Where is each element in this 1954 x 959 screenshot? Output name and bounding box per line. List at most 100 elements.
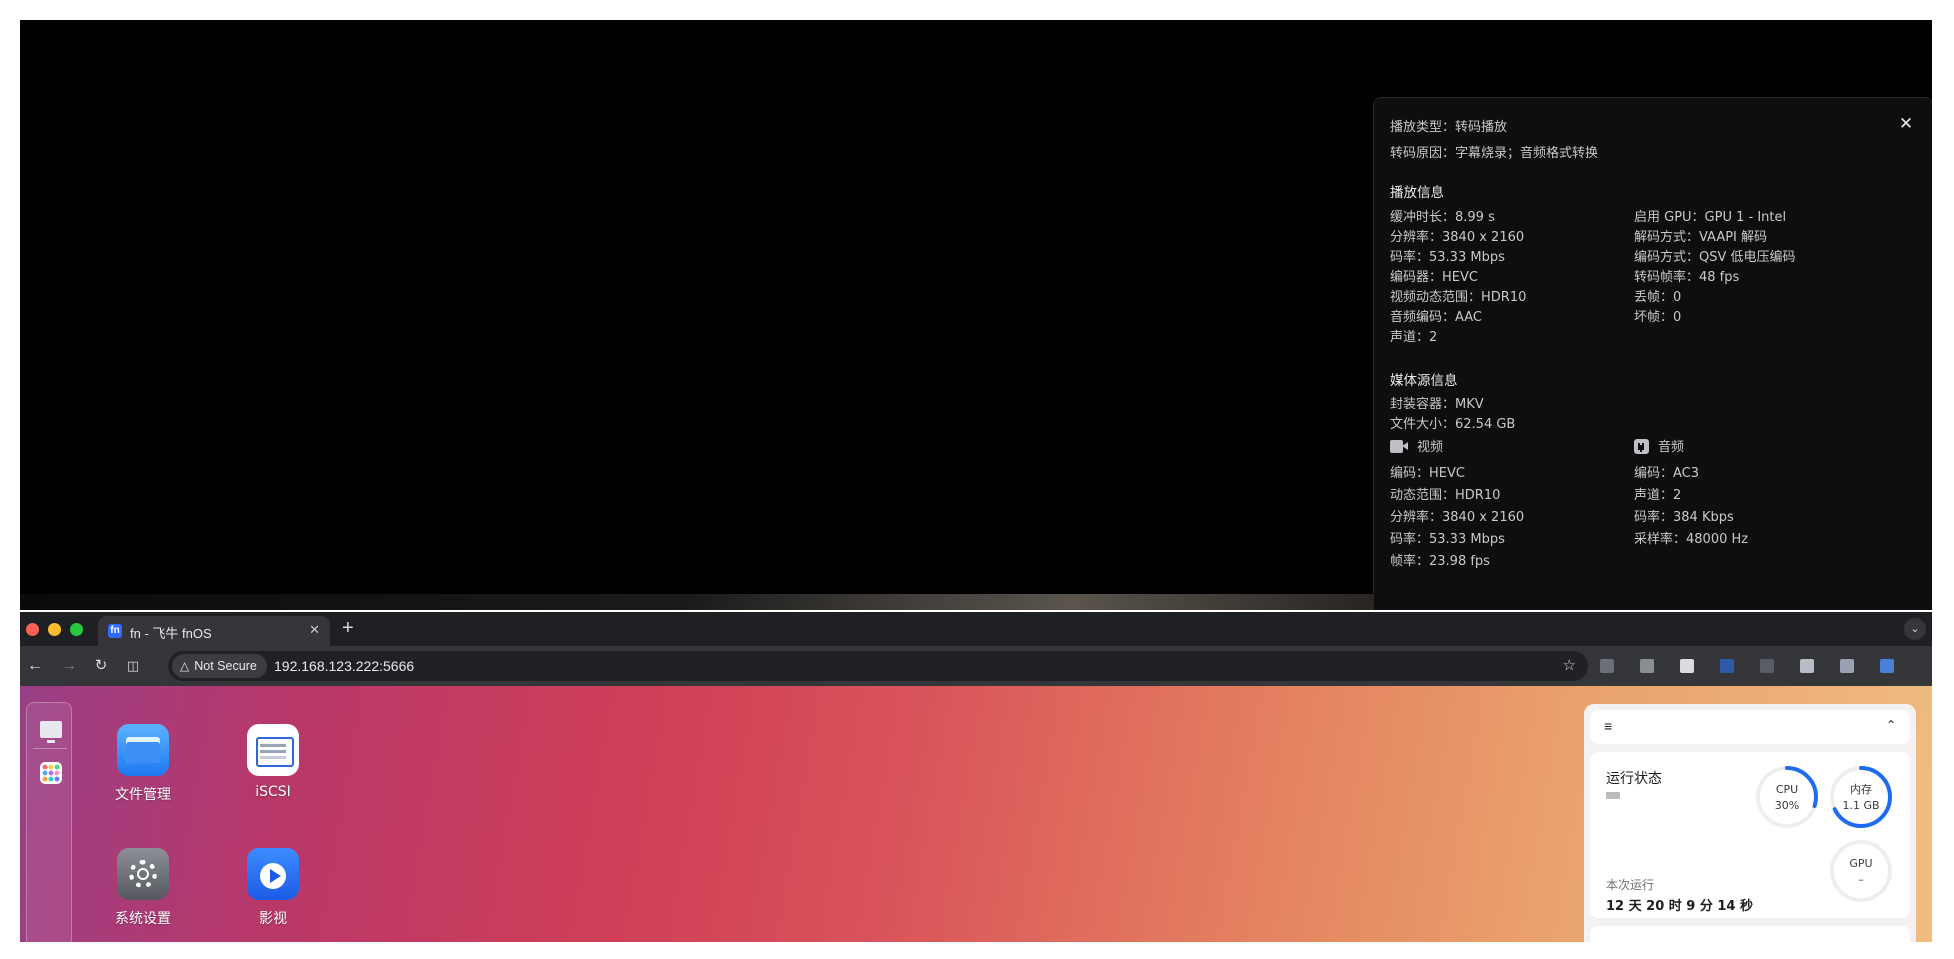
audio-prop: 编码：AC3 — [1634, 466, 1700, 481]
playback-stat: 码率：53.33 Mbps — [1390, 250, 1505, 265]
browser-toolbar: ← → ↻ ◫ △ Not Secure 192.168.123.222:5666… — [20, 646, 1932, 686]
video-section-title: 视频 — [1390, 436, 1443, 455]
gpu-label: GPU — [1849, 857, 1873, 870]
playback-info-panel: 播放类型：转码播放 ✕ 转码原因：字幕烧录；音频格式转换 播放信息 缓冲时长：8… — [1373, 97, 1932, 610]
audio-prop: 码率：384 Kbps — [1634, 510, 1734, 525]
widget-panel: ≡ ⌃ 运行状态 CPU 30% 内存 1.1 GB GPU – 本次运行 12… — [1584, 704, 1916, 942]
back-button[interactable]: ← — [24, 655, 46, 677]
playback-stat: 分辨率：3840 x 2160 — [1390, 230, 1525, 245]
audio-icon — [1634, 439, 1649, 454]
video-section-label: 视频 — [1417, 440, 1444, 455]
tab-title: fn - 飞牛 fnOS — [130, 626, 212, 641]
gear-icon — [117, 848, 169, 900]
list-icon[interactable]: ≡ — [1604, 718, 1612, 734]
monitor-icon[interactable] — [40, 721, 62, 743]
cpu-label: CPU — [1775, 783, 1799, 796]
video-prop: 码率：53.33 Mbps — [1390, 532, 1505, 547]
collapse-icon[interactable]: ⌃ — [1886, 718, 1896, 732]
dock-divider — [33, 748, 67, 749]
widget-header: ≡ ⌃ — [1590, 710, 1910, 744]
cpu-gauge: CPU 30% — [1754, 764, 1820, 830]
dock — [26, 702, 72, 942]
folder-icon — [117, 724, 169, 776]
audio-section-title: 音频 — [1634, 436, 1684, 455]
security-label: Not Secure — [194, 659, 257, 673]
warning-icon: △ — [180, 659, 190, 673]
playback-stat: 启用 GPU：GPU 1 - Intel — [1634, 210, 1787, 225]
tab-strip: fn fn - 飞牛 fnOS ✕ + ⌄ — [20, 612, 1932, 646]
security-chip[interactable]: △ Not Secure — [172, 654, 267, 678]
extension-icon[interactable] — [1680, 659, 1694, 673]
video-prop: 分辨率：3840 x 2160 — [1390, 510, 1525, 525]
extension-icon[interactable] — [1840, 659, 1854, 673]
playback-stat: 缓冲时长：8.99 s — [1390, 210, 1495, 225]
playback-stat: 音频编码：AAC — [1390, 310, 1482, 325]
app-launcher-icon[interactable] — [40, 762, 62, 784]
system-status-card[interactable]: 运行状态 CPU 30% 内存 1.1 GB GPU – 本次运行 12 天 2… — [1590, 752, 1910, 918]
window-minimize-button[interactable] — [48, 623, 61, 636]
playback-stat: 编码器：HEVC — [1390, 270, 1478, 285]
extension-icon[interactable] — [1760, 659, 1774, 673]
video-prop: 动态范围：HDR10 — [1390, 488, 1501, 503]
split-view-button[interactable]: ◫ — [122, 655, 144, 677]
browser-tab[interactable]: fn fn - 飞牛 fnOS ✕ — [98, 616, 330, 646]
reload-button[interactable]: ↻ — [90, 655, 112, 677]
video-play-icon — [247, 848, 299, 900]
memory-label: 内存 — [1850, 783, 1872, 796]
app-video[interactable]: 影视 — [218, 848, 328, 928]
status-title: 运行状态 — [1606, 771, 1662, 787]
playback-stat: 视频动态范围：HDR10 — [1390, 290, 1527, 305]
video-prop: 帧率：23.98 fps — [1390, 554, 1490, 569]
url-text[interactable]: 192.168.123.222:5666 — [274, 658, 414, 674]
address-bar[interactable]: △ Not Secure 192.168.123.222:5666 ☆ — [168, 651, 1588, 681]
playback-stat: 转码帧率：48 fps — [1634, 270, 1740, 285]
app-label: 文件管理 — [115, 787, 171, 803]
extensions-area — [1600, 646, 1930, 686]
fnos-favicon-icon: fn — [108, 624, 122, 638]
memory-gauge: 内存 1.1 GB — [1828, 764, 1894, 830]
extension-icon[interactable] — [1880, 659, 1894, 673]
extension-icon[interactable] — [1640, 659, 1654, 673]
playback-stat: 解码方式：VAAPI 解码 — [1634, 230, 1768, 245]
audio-prop: 采样率：48000 Hz — [1634, 532, 1749, 547]
app-settings[interactable]: 系统设置 — [88, 848, 198, 928]
tab-close-icon[interactable]: ✕ — [309, 622, 320, 638]
audio-section-label: 音频 — [1658, 440, 1685, 455]
app-iscsi[interactable]: iSCSI — [218, 724, 328, 800]
playback-stat: 声道：2 — [1390, 330, 1438, 345]
gpu-gauge: GPU – — [1828, 838, 1894, 904]
app-file-manager[interactable]: 文件管理 — [88, 724, 198, 804]
container-format: 封装容器：MKV — [1390, 397, 1484, 412]
iscsi-icon — [247, 724, 299, 776]
uptime-value: 12 天 20 时 9 分 14 秒 — [1606, 899, 1753, 914]
transcode-reason: 转码原因：字幕烧录；音频格式转换 — [1390, 146, 1599, 161]
window-maximize-button[interactable] — [70, 623, 83, 636]
bookmark-star-icon[interactable]: ☆ — [1563, 656, 1576, 674]
app-label: 系统设置 — [115, 911, 171, 927]
close-icon[interactable]: ✕ — [1896, 114, 1916, 134]
video-player[interactable]: 播放类型：转码播放 ✕ 转码原因：字幕烧录；音频格式转换 播放信息 缓冲时长：8… — [20, 20, 1932, 610]
cpu-value: 30% — [1774, 799, 1800, 812]
file-size: 文件大小：62.54 GB — [1390, 417, 1516, 432]
playback-stat: 编码方式：QSV 低电压编码 — [1634, 250, 1796, 265]
forward-button[interactable]: → — [58, 655, 80, 677]
window-close-button[interactable] — [26, 623, 39, 636]
video-camera-icon — [1390, 440, 1408, 453]
memory-value: 1.1 GB — [1842, 799, 1880, 812]
audio-prop: 声道：2 — [1634, 488, 1682, 503]
video-prop: 编码：HEVC — [1390, 466, 1465, 481]
new-tab-button[interactable]: + — [342, 617, 354, 640]
uptime-label: 本次运行 — [1606, 878, 1655, 892]
play-type: 播放类型：转码播放 — [1390, 120, 1508, 135]
app-label: 影视 — [259, 911, 287, 927]
fnos-desktop: 文件管理 iSCSI 系统设置 影视 ≡ ⌃ 运行状态 CPU 30% 内存 1… — [20, 686, 1932, 942]
playback-stat: 丢帧：0 — [1634, 290, 1682, 305]
app-label: iSCSI — [255, 784, 291, 800]
tab-search-icon[interactable]: ⌄ — [1904, 618, 1926, 640]
gpu-value: – — [1858, 873, 1864, 886]
extension-icon[interactable] — [1600, 659, 1614, 673]
browser-window: fn fn - 飞牛 fnOS ✕ + ⌄ ← → ↻ ◫ △ Not Secur… — [20, 612, 1932, 942]
extension-icon[interactable] — [1720, 659, 1734, 673]
widget-card[interactable] — [1590, 926, 1910, 942]
extension-icon[interactable] — [1800, 659, 1814, 673]
